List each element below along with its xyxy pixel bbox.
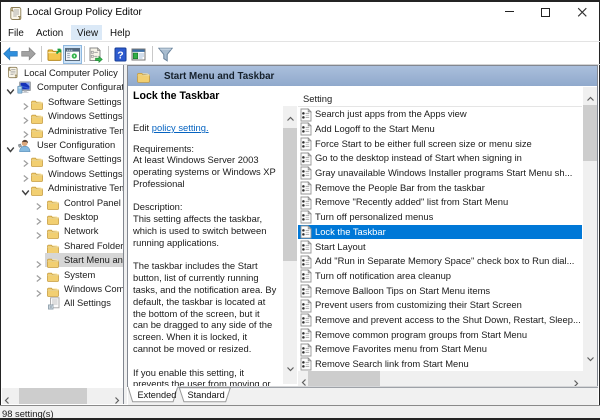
- svg-text:?: ?: [117, 50, 123, 62]
